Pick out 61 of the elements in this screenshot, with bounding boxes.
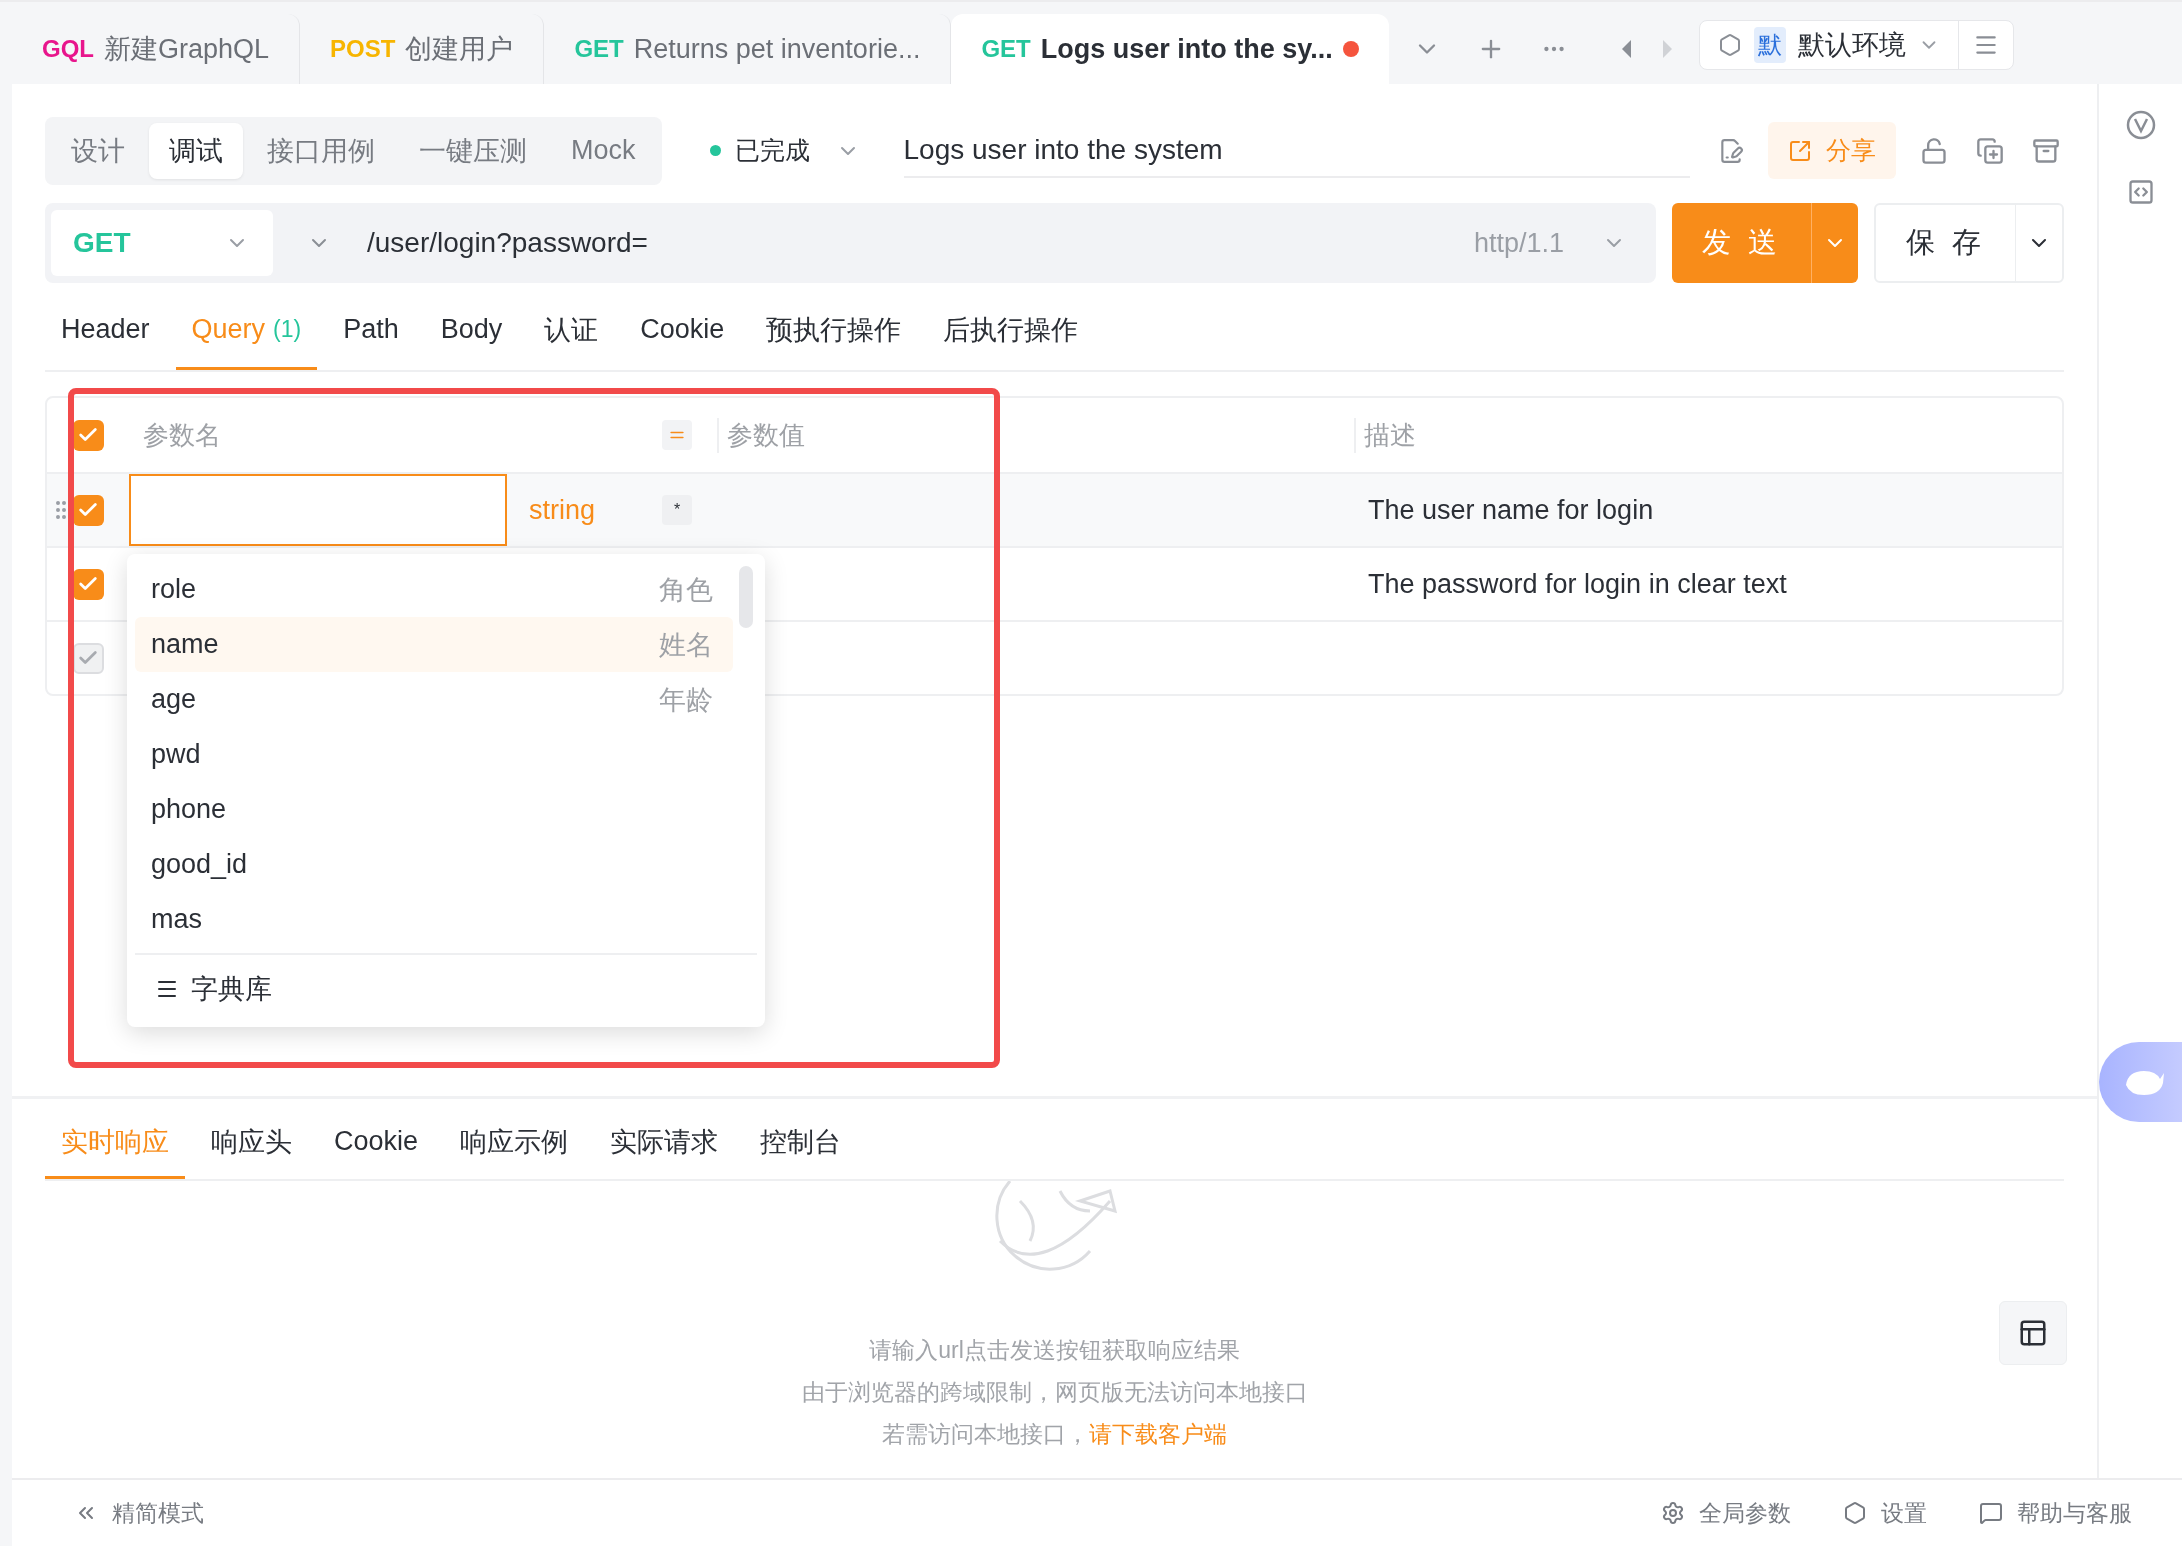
copy-icon[interactable] xyxy=(1976,136,2004,165)
param-tab[interactable]: 预执行操作 xyxy=(750,284,918,370)
hint-text: 若需访问本地接口，请下载客户端 xyxy=(882,1420,1227,1449)
suggestion-item[interactable]: good_id xyxy=(135,837,733,892)
mode-tab[interactable]: 设计 xyxy=(51,122,145,179)
chat-icon xyxy=(1979,1501,2003,1525)
table-cell-text: The user name for login xyxy=(1367,494,1655,526)
hint-text: 由于浏览器的跨域限制，网页版无法访问本地接口 xyxy=(801,1378,1308,1407)
param-tab[interactable]: 后执行操作 xyxy=(927,284,1095,370)
param-tab[interactable]: Path xyxy=(327,284,415,370)
archive-icon[interactable] xyxy=(2032,136,2060,165)
column-header: 参数值 xyxy=(717,417,1354,453)
suggestion-item[interactable]: role 角色 xyxy=(135,562,733,617)
column-header: 描述 xyxy=(1354,417,2062,453)
save-button[interactable]: 保 存 xyxy=(1874,203,2064,283)
url-field[interactable]: /user/login?password= xyxy=(365,226,1468,260)
name-field[interactable] xyxy=(129,474,507,546)
response-tab[interactable]: 实际请求 xyxy=(594,1099,735,1179)
assistant-button[interactable] xyxy=(2099,1042,2182,1122)
param-tab[interactable]: 认证 xyxy=(528,284,615,370)
compact-mode-button[interactable]: 精简模式 xyxy=(68,1496,210,1530)
footer-button[interactable]: 全局参数 xyxy=(1655,1496,1797,1530)
environment-badge: 默 xyxy=(1753,27,1786,63)
param-tab[interactable]: Header xyxy=(45,284,166,370)
required-mark[interactable]: * xyxy=(662,495,692,525)
response-tab[interactable]: 控制台 xyxy=(744,1099,858,1179)
hint-text: 请输入url点击发送按钮获取响应结果 xyxy=(869,1336,1240,1365)
suggestion-item[interactable]: pwd xyxy=(135,727,733,782)
suggestion-item[interactable]: name 姓名 xyxy=(135,617,733,672)
param-tab[interactable]: Cookie xyxy=(624,284,741,370)
request-tab[interactable]: GET Logs user into the sy... xyxy=(951,14,1389,84)
table-cell-text: The password for login in clear text xyxy=(1367,568,1788,600)
mode-tab[interactable]: 接口用例 xyxy=(247,122,395,179)
lock-icon[interactable] xyxy=(1920,136,1948,165)
settings-icon xyxy=(1843,1501,1867,1525)
mode-tab[interactable]: 一键压测 xyxy=(399,122,547,179)
suggestion-item[interactable]: mas xyxy=(135,892,733,947)
scrollbar xyxy=(739,566,753,628)
dictionary-button[interactable]: 字典库 xyxy=(135,953,757,1027)
mode-tab[interactable]: Mock xyxy=(551,122,656,179)
suggestion-item[interactable]: age 年龄 xyxy=(135,672,733,727)
gear-icon xyxy=(1661,1501,1685,1525)
layout-button[interactable] xyxy=(1999,1301,2067,1365)
column-header: 参数名 xyxy=(142,418,222,452)
hexagon-icon[interactable] xyxy=(1717,33,1742,57)
version-icon[interactable] xyxy=(2125,110,2156,140)
layout-icon[interactable] xyxy=(2018,1318,2048,1348)
environment-name: 默认环境 xyxy=(1797,29,1906,62)
response-tab[interactable]: Cookie xyxy=(318,1099,435,1179)
param-tab[interactable]: Body xyxy=(424,284,519,370)
url-bar[interactable]: GET /user/login?password= http/1.1 xyxy=(45,203,1656,283)
response-tab[interactable]: 响应头 xyxy=(195,1099,308,1179)
status-select[interactable]: 已完成 xyxy=(685,134,870,167)
footer-button[interactable]: 帮助与客服 xyxy=(1973,1496,2138,1530)
suggestion-item[interactable]: phone xyxy=(135,782,733,837)
footer-button[interactable]: 设置 xyxy=(1837,1496,1933,1530)
share-icon[interactable] xyxy=(1788,138,1812,163)
edit-icon[interactable] xyxy=(1718,137,1744,164)
response-tab[interactable]: 响应示例 xyxy=(444,1099,585,1179)
mode-tab[interactable]: 调试 xyxy=(149,122,243,179)
code-icon[interactable] xyxy=(2126,178,2155,206)
